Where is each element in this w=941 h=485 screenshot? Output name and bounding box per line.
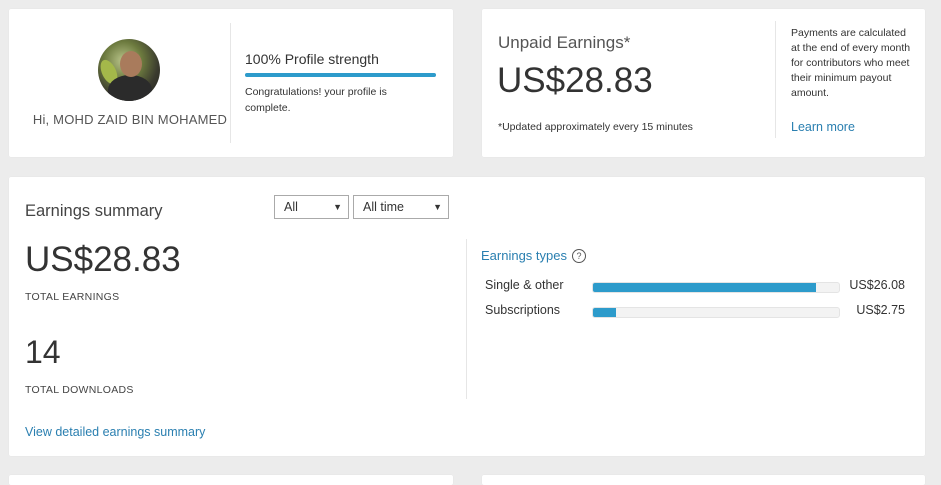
avatar[interactable] [98,39,160,101]
unpaid-earnings-card: Unpaid Earnings* US$28.83 *Updated appro… [482,9,925,157]
earnings-types-title: Earnings types? [481,248,586,263]
total-downloads-count: 14 [25,334,61,370]
divider [466,239,467,399]
profile-card: Hi, MOHD ZAID BIN MOHAMED 100% Profile s… [9,9,453,157]
earnings-types-label: Earnings types [481,248,567,263]
profile-strength-fill [245,73,436,77]
earnings-type-bar [592,282,840,293]
total-earnings-amount: US$28.83 [25,240,181,279]
unpaid-earnings-amount: US$28.83 [497,61,653,100]
earnings-type-select[interactable]: All ▼ [274,195,349,219]
earnings-type-bar [592,307,840,318]
unpaid-update-note: *Updated approximately every 15 minutes [498,121,693,133]
time-range-select-value: All time [363,200,404,214]
next-card [482,475,925,485]
earnings-type-bar-fill [593,308,617,317]
earnings-type-label: Single & other [485,278,564,292]
view-detailed-earnings-link[interactable]: View detailed earnings summary [25,425,205,439]
earnings-type-bar-fill [593,283,816,292]
next-card [9,475,453,485]
earnings-type-select-value: All [284,200,298,214]
caret-down-icon: ▼ [433,202,442,212]
unpaid-earnings-title: Unpaid Earnings* [498,33,631,52]
caret-down-icon: ▼ [333,202,342,212]
earnings-type-row: Single & other US$26.08 [485,277,910,295]
divider [775,21,776,138]
profile-strength-title: 100% Profile strength [245,51,379,67]
greeting-text: Hi, MOHD ZAID BIN MOHAMED [32,112,228,127]
total-downloads-label: TOTAL DOWNLOADS [25,384,134,396]
earnings-summary-title: Earnings summary [25,202,163,220]
total-earnings-label: TOTAL EARNINGS [25,291,120,303]
earnings-type-row: Subscriptions US$2.75 [485,302,910,320]
earnings-type-amount: US$2.75 [856,303,905,317]
earnings-type-label: Subscriptions [485,303,561,317]
payout-info-text: Payments are calculated at the end of ev… [791,27,911,99]
question-circle-icon[interactable]: ? [572,249,586,263]
time-range-select[interactable]: All time ▼ [353,195,449,219]
profile-strength-bar [245,73,436,77]
divider [230,23,231,143]
earnings-summary-card: Earnings summary All ▼ All time ▼ US$28.… [9,177,925,456]
profile-strength-message: Congratulations! your profile is complet… [245,86,387,114]
learn-more-link[interactable]: Learn more [791,120,855,134]
earnings-type-amount: US$26.08 [849,278,905,292]
